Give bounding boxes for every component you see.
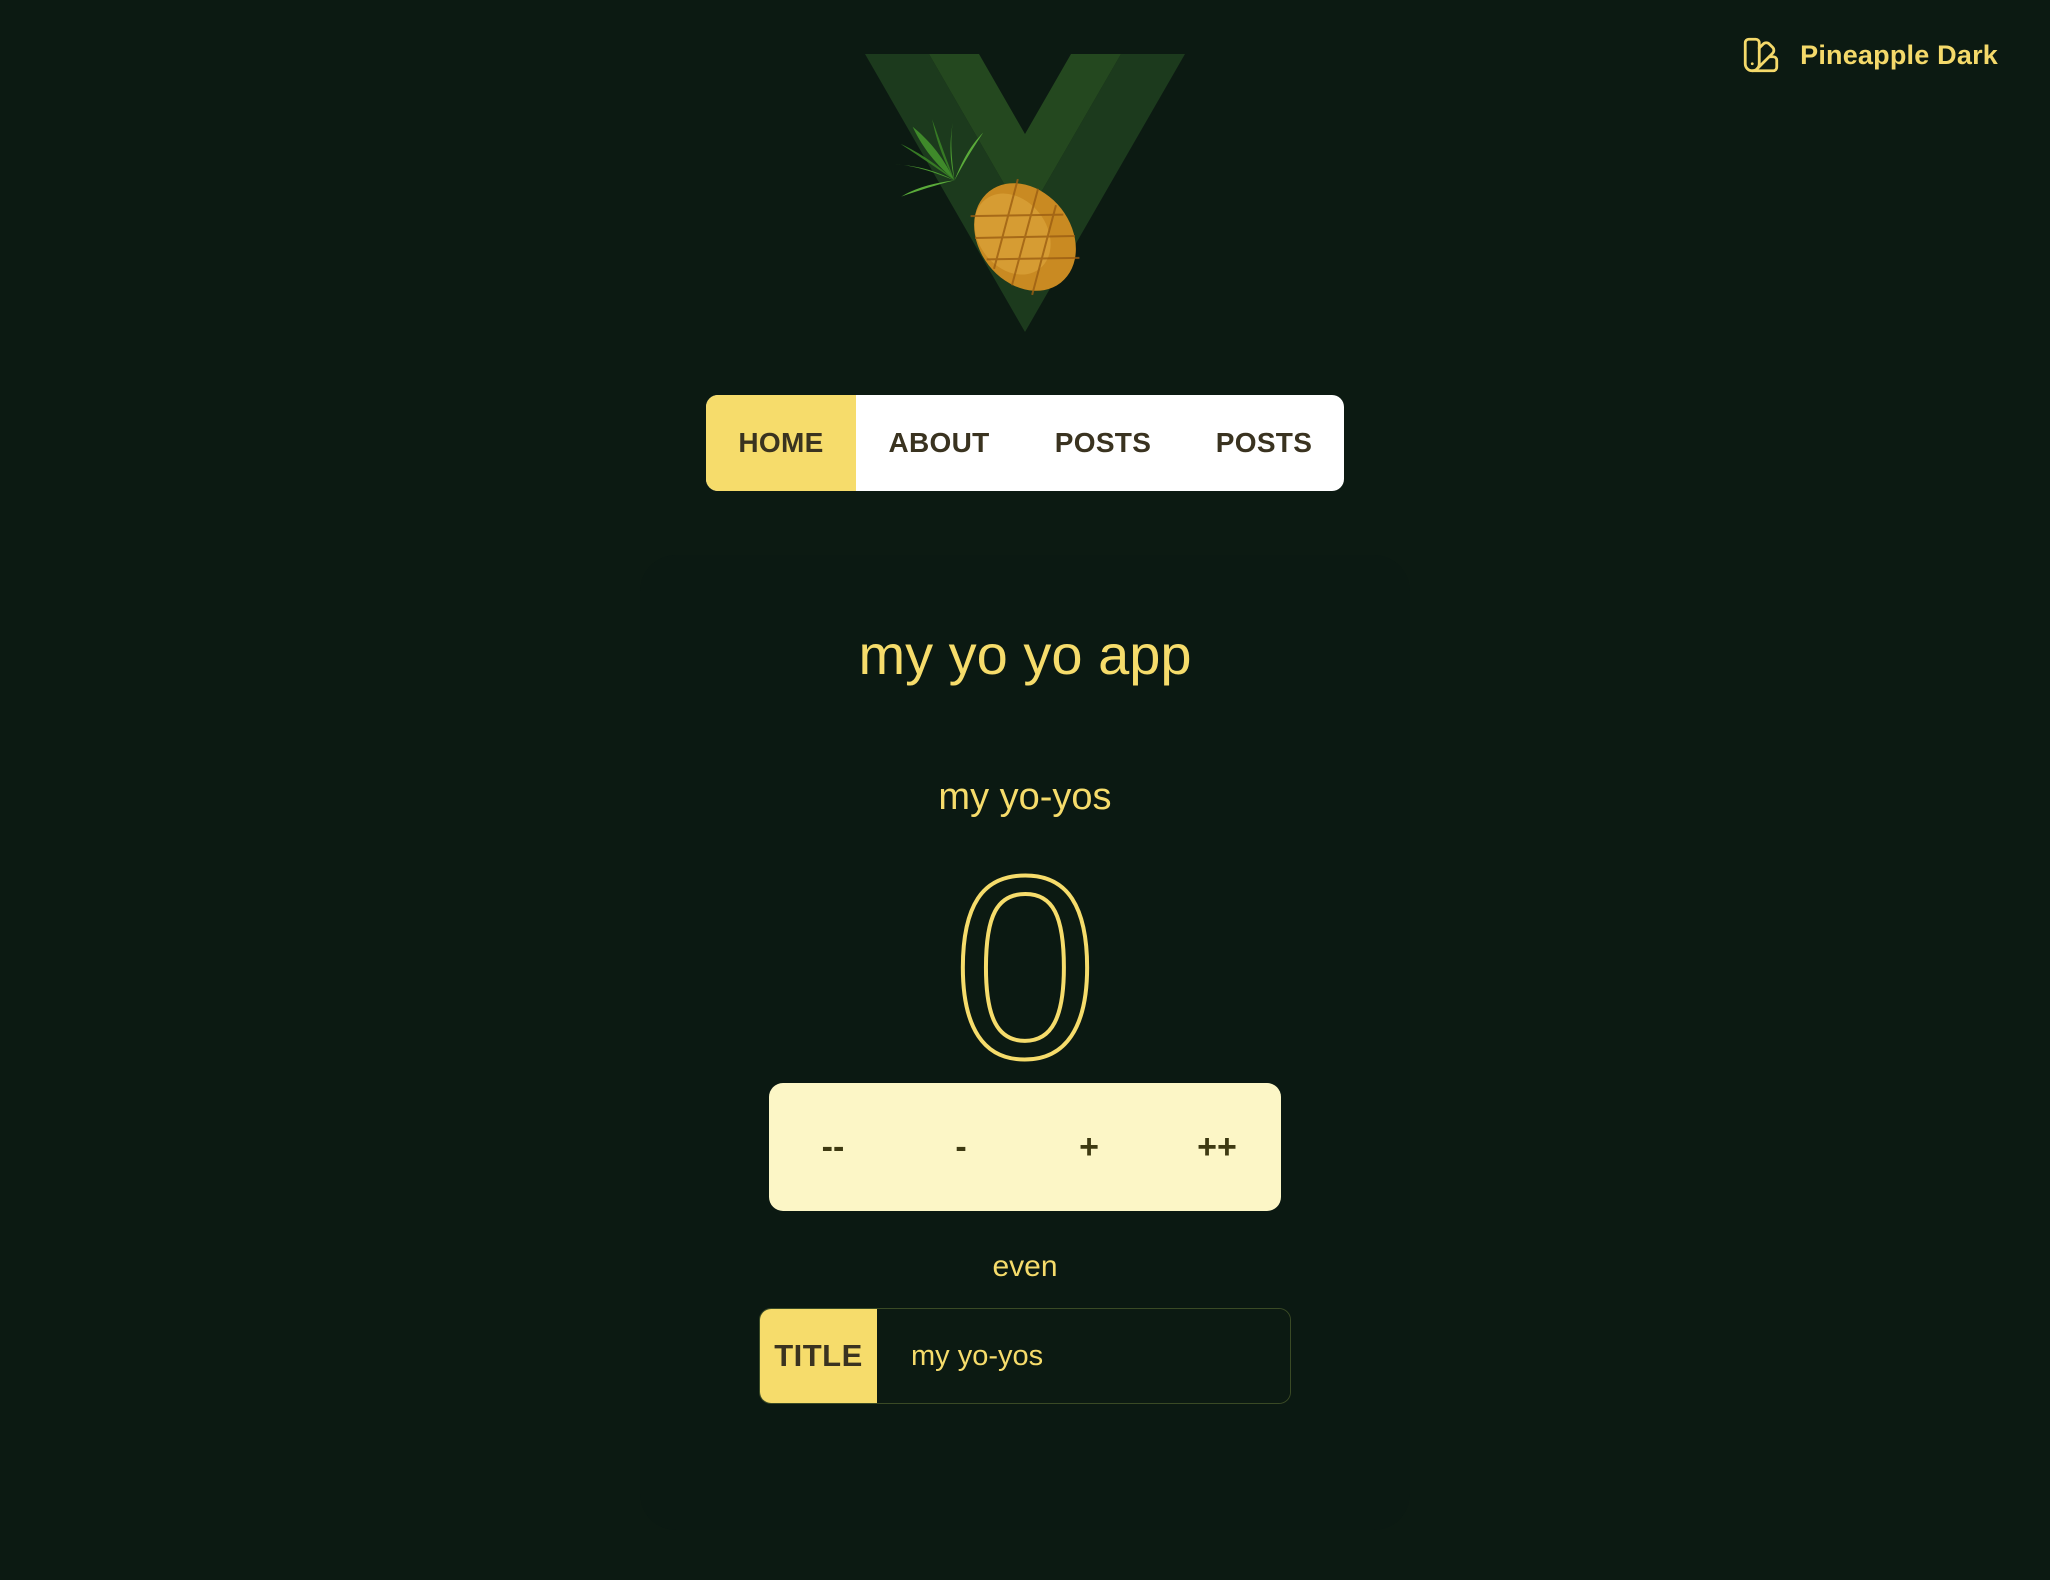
theme-label: Pineapple Dark [1800,39,1998,70]
yoyo-count: 0 [951,823,1100,1113]
page-title: my yo yo app [858,623,1192,686]
title-field-label: TITLE [760,1309,877,1403]
vue-pineapple-logo [865,54,1185,332]
title-field: TITLE [759,1308,1291,1404]
parity-label: even [992,1250,1058,1283]
increment-button[interactable]: + [1025,1083,1153,1211]
nav-item-home[interactable]: HOME [706,395,856,491]
theme-toggle[interactable]: Pineapple Dark [1740,34,1998,76]
nav-item-posts[interactable]: POSTS [1022,395,1184,491]
counter-controls: -- - + ++ [769,1083,1281,1211]
swatch-book-icon [1743,37,1779,73]
nav-item-posts-2[interactable]: POSTS [1184,395,1344,491]
decrement-twice-button[interactable]: -- [769,1083,897,1211]
title-input[interactable] [877,1309,1290,1403]
increment-twice-button[interactable]: ++ [1153,1083,1281,1211]
section-title: my yo-yos [938,776,1112,818]
nav-item-about[interactable]: ABOUT [856,395,1022,491]
decrement-button[interactable]: - [897,1083,1025,1211]
main-nav: HOME ABOUT POSTS POSTS [706,395,1344,491]
app-page: Pineapple Dark HOME ABOUT POSTS POSTS my… [0,0,2050,1580]
